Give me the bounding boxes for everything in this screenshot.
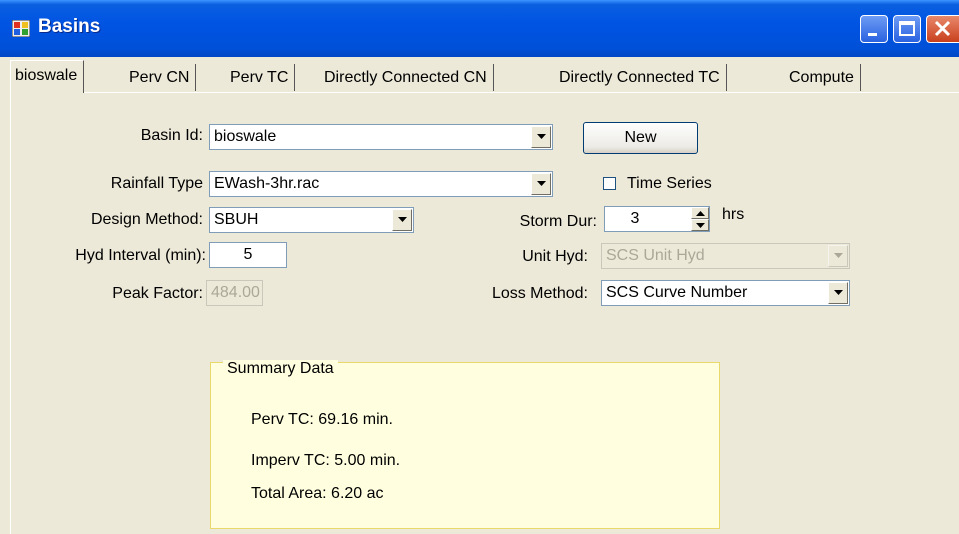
tab-bioswale[interactable]: bioswale [10,60,85,93]
peak-factor-label: Peak Factor: [112,285,203,302]
rainfall-type-label: Rainfall Type [110,175,203,192]
storm-dur-down-button[interactable] [691,219,709,231]
unit-hyd-label: Unit Hyd: [522,248,588,265]
chevron-down-icon [834,253,843,258]
unit-hyd-dropdown-button [828,245,848,267]
window-title: Basins [38,16,101,37]
time-series-label: Time Series [627,175,712,192]
tab-perv-cn[interactable]: Perv CN [123,64,197,91]
chevron-down-icon [834,290,843,295]
basin-id-combo[interactable]: bioswale [209,124,553,150]
chevron-up-icon [696,211,705,216]
time-series-checkbox[interactable] [603,177,616,190]
chevron-down-icon [537,134,546,139]
new-button[interactable]: New [583,122,698,154]
design-method-dropdown-button[interactable] [392,209,412,231]
storm-dur-value: 3 [630,210,640,227]
summary-data-group: Summary Data Perv TC: 69.16 min. Imperv … [210,360,720,529]
loss-method-value: SCS Curve Number [606,284,748,301]
storm-dur-unit: hrs [722,206,745,223]
rainfall-type-combo[interactable]: EWash-3hr.rac [209,171,553,197]
app-icon [11,19,31,38]
tab-directly-connected-cn[interactable]: Directly Connected CN [318,64,494,91]
storm-dur-label: Storm Dur: [519,213,597,230]
storm-dur-spinner[interactable]: 3 [604,206,710,232]
basin-id-label: Basin Id: [140,127,203,144]
unit-hyd-combo: SCS Unit Hyd [601,243,850,269]
summary-title: Summary Data [223,360,338,378]
chevron-down-icon [537,181,546,186]
hyd-interval-input[interactable]: 5 [209,242,287,268]
close-icon [934,20,951,37]
tab-compute[interactable]: Compute [783,64,861,91]
chevron-down-icon [696,223,705,228]
loss-method-dropdown-button[interactable] [828,282,848,304]
tab-directly-connected-tc[interactable]: Directly Connected TC [553,64,727,91]
close-button[interactable] [926,15,959,43]
title-bar[interactable]: Basins [0,0,959,57]
tab-strip: bioswale Perv CN Perv TC Directly Connec… [10,60,959,93]
tab-perv-tc[interactable]: Perv TC [224,64,296,91]
peak-factor-value: 484.00 [211,284,260,301]
basins-window: Basins bioswale Perv CN Perv TC Directly… [0,0,959,534]
peak-factor-input: 484.00 [206,280,263,306]
rainfall-type-value: EWash-3hr.rac [214,175,320,192]
hyd-interval-label: Hyd Interval (min): [75,247,206,264]
unit-hyd-value: SCS Unit Hyd [606,247,705,264]
loss-method-combo[interactable]: SCS Curve Number [601,280,850,306]
imperv-tc-text: Imperv TC: 5.00 min. [251,452,401,469]
perv-tc-text: Perv TC: 69.16 min. [251,411,393,428]
total-area-text: Total Area: 6.20 ac [251,485,384,502]
design-method-combo[interactable]: SBUH [209,207,414,233]
maximize-icon [899,21,915,36]
design-method-label: Design Method: [90,211,203,228]
chevron-down-icon [398,217,407,222]
basin-id-dropdown-button[interactable] [531,126,551,148]
maximize-button[interactable] [893,15,921,43]
basin-id-value: bioswale [214,128,277,145]
minimize-button[interactable] [860,15,888,43]
loss-method-label: Loss Method: [491,285,588,302]
design-method-value: SBUH [214,211,259,228]
rainfall-type-dropdown-button[interactable] [531,173,551,195]
storm-dur-up-button[interactable] [691,207,709,219]
minimize-icon [868,33,877,36]
hyd-interval-value: 5 [243,246,253,263]
